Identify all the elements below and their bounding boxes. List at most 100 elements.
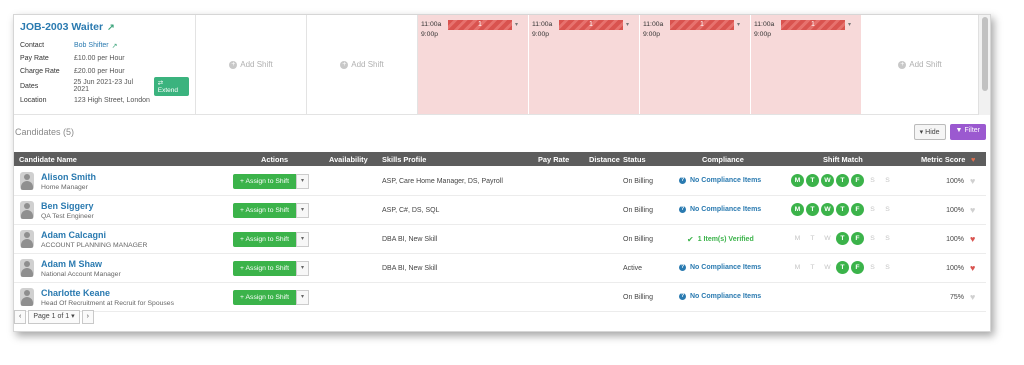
candidate-name-link[interactable]: Adam M Shaw bbox=[41, 259, 102, 269]
chevron-down-icon[interactable]: ▾ bbox=[296, 174, 309, 189]
heart-icon[interactable]: ♥ bbox=[970, 263, 975, 273]
add-shift-label[interactable]: Add Shift bbox=[909, 60, 941, 69]
compliance-text[interactable]: No Compliance Items bbox=[690, 264, 761, 271]
chevron-down-icon[interactable]: ▾ bbox=[296, 203, 309, 218]
candidate-role: Head Of Recruitment at Recruit for Spous… bbox=[41, 300, 174, 307]
shift-slot[interactable]: 11:00a 9:00p 1 ▾ bbox=[640, 15, 751, 114]
status-text: On Billing bbox=[623, 207, 653, 214]
assign-to-shift-button[interactable]: + Assign to Shift bbox=[233, 290, 296, 305]
job-title-text[interactable]: JOB-2003 Waiter bbox=[20, 21, 103, 33]
chevron-down-icon[interactable]: ▾ bbox=[296, 232, 309, 247]
shift-slot[interactable]: 11:00a 9:00p 1 ▾ bbox=[418, 15, 529, 114]
chevron-down-icon[interactable]: ▾ bbox=[296, 261, 309, 276]
shift-slot[interactable]: 11:00a 9:00p 1 ▾ bbox=[529, 15, 640, 114]
shift-fill-bar[interactable]: 1 bbox=[448, 20, 512, 30]
assign-to-shift-button[interactable]: + Assign to Shift bbox=[233, 232, 296, 247]
chevron-down-icon[interactable]: ▾ bbox=[848, 20, 851, 30]
filter-button[interactable]: ▼ Filter bbox=[949, 124, 986, 140]
next-page-button[interactable]: › bbox=[81, 310, 94, 324]
shift-slot[interactable]: 11:00a 9:00p 1 ▾ bbox=[751, 15, 862, 114]
candidate-name-link[interactable]: Alison Smith bbox=[41, 172, 96, 182]
avatar bbox=[20, 201, 34, 219]
assign-to-shift-button[interactable]: + Assign to Shift bbox=[233, 261, 296, 276]
heart-icon[interactable]: ♥ bbox=[970, 234, 975, 244]
job-title[interactable]: JOB-2003 Waiter ↗ bbox=[20, 21, 189, 33]
pay-rate-label: Pay Rate bbox=[20, 55, 49, 62]
assign-to-shift-button[interactable]: + Assign to Shift bbox=[233, 174, 296, 189]
vertical-scrollbar[interactable] bbox=[978, 15, 990, 115]
external-link-icon[interactable]: ↗ bbox=[107, 22, 115, 33]
candidate-role: ACCOUNT PLANNING MANAGER bbox=[41, 242, 148, 249]
col-skills-profile[interactable]: Skills Profile bbox=[382, 155, 426, 164]
chevron-down-icon[interactable]: ▾ bbox=[515, 20, 518, 30]
external-link-icon[interactable]: ↗ bbox=[112, 42, 118, 50]
col-shift-match[interactable]: Shift Match bbox=[823, 155, 863, 164]
question-icon: ? bbox=[679, 177, 686, 184]
shift-fill-bar[interactable]: 1 bbox=[670, 20, 734, 30]
compliance-status[interactable]: ? No Compliance Items bbox=[679, 206, 761, 213]
chevron-down-icon: ▾ bbox=[71, 313, 75, 320]
compliance-status[interactable]: ? No Compliance Items bbox=[679, 264, 761, 271]
candidate-name-link[interactable]: Charlotte Keane bbox=[41, 288, 110, 298]
compliance-text[interactable]: 1 Item(s) Verified bbox=[698, 236, 754, 243]
dates-row: Dates 25 Jun 2021-23 Jul 2021 ⇄ Extend bbox=[20, 76, 189, 96]
hide-button[interactable]: ▾ Hide bbox=[913, 124, 946, 140]
assign-label[interactable]: Assign to Shift bbox=[246, 207, 289, 214]
chevron-down-icon[interactable]: ▾ bbox=[737, 20, 740, 30]
day-friday: F bbox=[851, 174, 864, 187]
compliance-status[interactable]: ? No Compliance Items bbox=[679, 177, 761, 184]
assign-to-shift-button[interactable]: + Assign to Shift bbox=[233, 203, 296, 218]
heart-icon[interactable]: ♥ bbox=[970, 176, 975, 186]
col-pay-rate[interactable]: Pay Rate bbox=[538, 155, 569, 164]
add-shift-label[interactable]: Add Shift bbox=[240, 60, 272, 69]
page-label[interactable]: Page 1 of 1 bbox=[33, 313, 69, 320]
skills-profile: ASP, Care Home Manager, DS, Payroll bbox=[382, 178, 503, 185]
extend-label[interactable]: Extend bbox=[158, 87, 178, 94]
col-compliance[interactable]: Compliance bbox=[702, 155, 744, 164]
assign-label[interactable]: Assign to Shift bbox=[246, 236, 289, 243]
col-metric-score[interactable]: Metric Score bbox=[921, 155, 965, 164]
compliance-status[interactable]: ? No Compliance Items bbox=[679, 293, 761, 300]
extend-button[interactable]: ⇄ Extend bbox=[153, 76, 189, 96]
filter-label[interactable]: Filter bbox=[964, 127, 980, 134]
assign-label[interactable]: Assign to Shift bbox=[246, 265, 289, 272]
prev-page-button[interactable]: ‹ bbox=[14, 310, 27, 324]
shift-fill-bar[interactable]: 1 bbox=[781, 20, 845, 30]
assign-label[interactable]: Assign to Shift bbox=[246, 178, 289, 185]
chevron-down-icon[interactable]: ▾ bbox=[296, 290, 309, 305]
assign-label[interactable]: Assign to Shift bbox=[246, 294, 289, 301]
heart-icon[interactable]: ♥ bbox=[970, 205, 975, 215]
compliance-text[interactable]: No Compliance Items bbox=[690, 177, 761, 184]
contact-link[interactable]: Bob Shifter bbox=[74, 42, 109, 49]
heart-icon[interactable]: ♥ bbox=[970, 292, 975, 302]
day-monday: M bbox=[791, 174, 804, 187]
col-availability[interactable]: Availability bbox=[329, 155, 368, 164]
shift-fill-bar[interactable]: 1 bbox=[559, 20, 623, 30]
col-candidate-name[interactable]: Candidate Name bbox=[19, 155, 77, 164]
plus-icon: + bbox=[898, 60, 907, 69]
add-shift-label[interactable]: Add Shift bbox=[351, 60, 383, 69]
table-row: Adam Calcagni ACCOUNT PLANNING MANAGER +… bbox=[14, 225, 986, 254]
add-shift-slot[interactable]: + Add Shift bbox=[307, 15, 418, 114]
candidate-name-link[interactable]: Ben Siggery bbox=[41, 201, 94, 211]
page-select[interactable]: Page 1 of 1 ▾ bbox=[28, 310, 80, 324]
chevron-down-icon: ▾ bbox=[919, 129, 924, 136]
compliance-status[interactable]: ✔ 1 Item(s) Verified bbox=[687, 235, 754, 244]
day-friday: F bbox=[851, 261, 864, 274]
add-shift-slot[interactable]: + Add Shift bbox=[862, 15, 979, 114]
hide-label[interactable]: Hide bbox=[925, 129, 939, 136]
day-saturday: S bbox=[870, 177, 875, 184]
candidate-name-link[interactable]: Adam Calcagni bbox=[41, 230, 106, 240]
compliance-text[interactable]: No Compliance Items bbox=[690, 206, 761, 213]
day-monday: M bbox=[794, 264, 801, 271]
col-distance[interactable]: Distance bbox=[589, 155, 620, 164]
chevron-down-icon[interactable]: ▾ bbox=[626, 20, 629, 30]
day-sunday: S bbox=[885, 264, 890, 271]
shift-end: 9:00p bbox=[532, 31, 550, 38]
col-status[interactable]: Status bbox=[623, 155, 646, 164]
add-shift-slot[interactable]: + Add Shift bbox=[196, 15, 307, 114]
compliance-text[interactable]: No Compliance Items bbox=[690, 293, 761, 300]
status-text: Active bbox=[623, 265, 643, 272]
heart-icon[interactable]: ♥ bbox=[971, 155, 975, 164]
scrollbar-thumb[interactable] bbox=[982, 17, 988, 91]
